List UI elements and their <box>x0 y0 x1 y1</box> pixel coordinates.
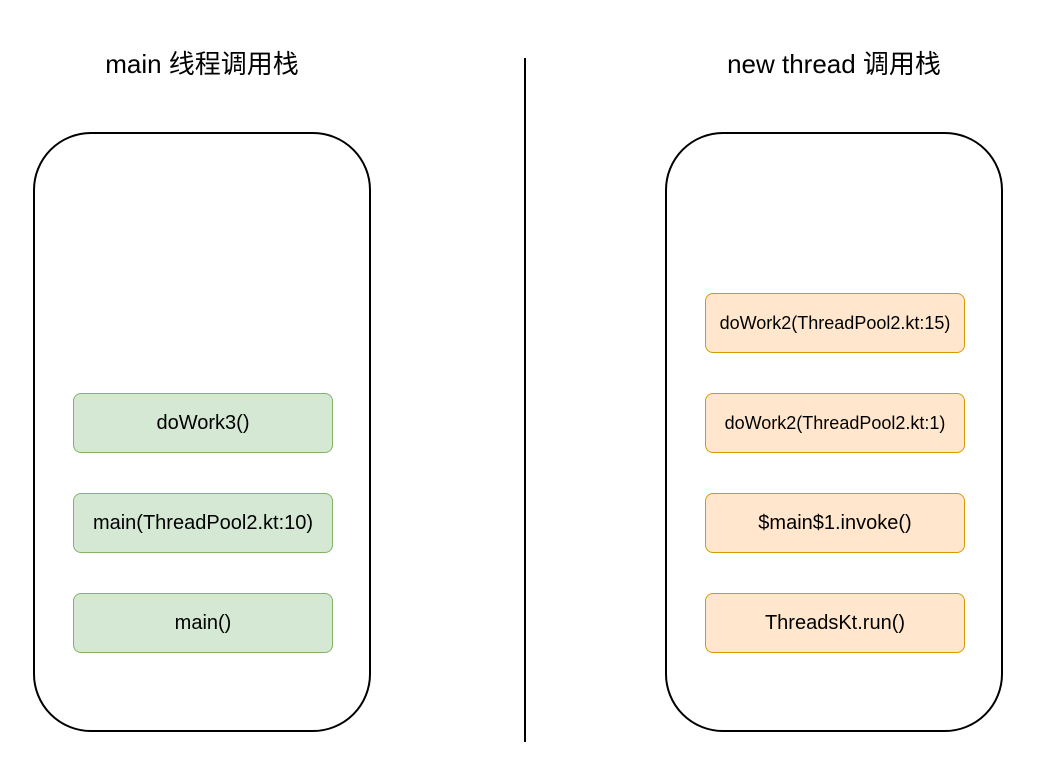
new-thread-call-stack: doWork2(ThreadPool2.kt:15) doWork2(Threa… <box>665 132 1003 732</box>
stack-frame-main: main() <box>73 593 333 653</box>
stack-frame-dowork2-line1: doWork2(ThreadPool2.kt:1) <box>705 393 965 453</box>
stack-frame-threadskt-run: ThreadsKt.run() <box>705 593 965 653</box>
stack-frame-main-line10: main(ThreadPool2.kt:10) <box>73 493 333 553</box>
new-thread-stack-title: new thread 调用栈 <box>727 49 941 79</box>
stack-frame-dowork3: doWork3() <box>73 393 333 453</box>
stack-frame-dowork2-line15: doWork2(ThreadPool2.kt:15) <box>705 293 965 353</box>
panel-divider <box>524 58 526 742</box>
main-thread-call-stack: doWork3() main(ThreadPool2.kt:10) main() <box>33 132 371 732</box>
main-thread-stack-title: main 线程调用栈 <box>105 49 299 79</box>
stack-frame-main-invoke: $main$1.invoke() <box>705 493 965 553</box>
